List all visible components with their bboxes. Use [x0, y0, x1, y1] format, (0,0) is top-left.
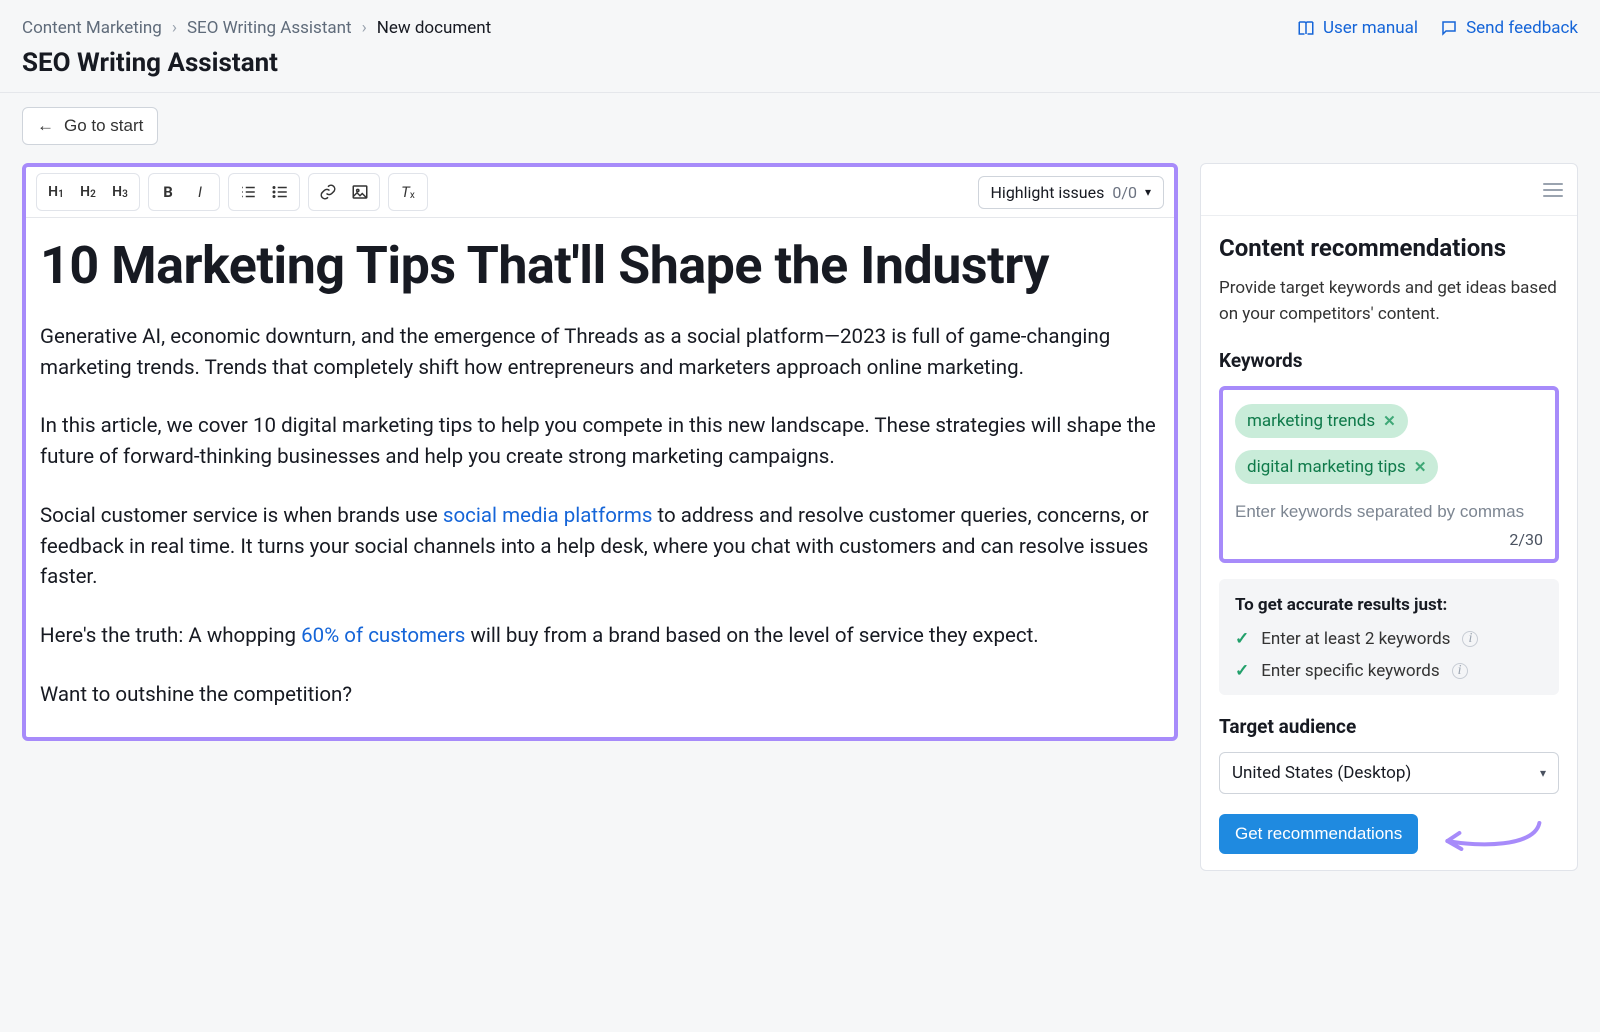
document-paragraph[interactable]: In this article, we cover 10 digital mar… [40, 411, 1160, 473]
get-recommendations-button[interactable]: Get recommendations [1219, 814, 1418, 854]
info-icon[interactable]: i [1452, 663, 1468, 679]
remove-keyword-icon[interactable]: ✕ [1383, 412, 1396, 430]
heading-1-button[interactable]: H1 [41, 177, 71, 207]
remove-keyword-icon[interactable]: ✕ [1414, 458, 1427, 476]
chevron-right-icon: › [362, 18, 367, 38]
bold-button[interactable]: B [153, 177, 183, 207]
page-title: SEO Writing Assistant [22, 48, 491, 78]
document-paragraph[interactable]: Here's the truth: A whopping 60% of cust… [40, 621, 1160, 652]
keywords-box: marketing trends ✕ digital marketing tip… [1219, 386, 1559, 563]
keyword-chip: digital marketing tips ✕ [1235, 450, 1438, 484]
ordered-list-button[interactable] [233, 177, 263, 207]
link-icon [319, 183, 337, 201]
recommendations-panel: Content recommendations Provide target k… [1200, 163, 1578, 871]
keywords-count: 2/30 [1235, 530, 1543, 549]
image-icon [351, 183, 369, 201]
italic-button[interactable]: I [185, 177, 215, 207]
go-to-start-button[interactable]: ← Go to start [22, 107, 158, 145]
crumb-content-marketing[interactable]: Content Marketing [22, 18, 162, 38]
image-button[interactable] [345, 177, 375, 207]
heading-3-button[interactable]: H3 [105, 177, 135, 207]
tip-row: ✓ Enter at least 2 keywords i [1235, 629, 1543, 649]
heading-2-button[interactable]: H2 [73, 177, 103, 207]
ordered-list-icon [239, 183, 257, 201]
unordered-list-icon [271, 183, 289, 201]
chevron-right-icon: › [172, 18, 177, 38]
crumb-new-document: New document [377, 18, 492, 38]
breadcrumb: Content Marketing › SEO Writing Assistan… [22, 18, 491, 38]
keyword-chip: marketing trends ✕ [1235, 404, 1408, 438]
keywords-input[interactable] [1235, 498, 1543, 530]
send-feedback-link[interactable]: Send feedback [1440, 18, 1578, 38]
chevron-down-icon: ▾ [1540, 766, 1546, 780]
document-paragraph[interactable]: Generative AI, economic downturn, and th… [40, 322, 1160, 384]
editor-content[interactable]: 10 Marketing Tips That'll Shape the Indu… [26, 218, 1174, 737]
highlight-issues-dropdown[interactable]: Highlight issues 0/0 ▾ [978, 176, 1164, 209]
tips-box: To get accurate results just: ✓ Enter at… [1219, 579, 1559, 695]
sidebar-description: Provide target keywords and get ideas ba… [1219, 276, 1559, 327]
editor-toolbar: H1 H2 H3 B I [26, 167, 1174, 218]
book-icon [1297, 19, 1315, 37]
check-icon: ✓ [1235, 629, 1249, 649]
info-icon[interactable]: i [1462, 631, 1478, 647]
link-button[interactable] [313, 177, 343, 207]
tip-row: ✓ Enter specific keywords i [1235, 661, 1543, 681]
document-title[interactable]: 10 Marketing Tips That'll Shape the Indu… [40, 236, 1160, 296]
target-audience-label: Target audience [1219, 715, 1559, 738]
crumb-seo-writing-assistant[interactable]: SEO Writing Assistant [187, 18, 352, 38]
keywords-label: Keywords [1219, 349, 1559, 372]
check-icon: ✓ [1235, 661, 1249, 681]
content-link[interactable]: 60% of customers [301, 624, 465, 648]
sidebar-heading: Content recommendations [1219, 234, 1559, 262]
chat-icon [1440, 19, 1458, 37]
document-paragraph[interactable]: Want to outshine the competition? [40, 680, 1160, 711]
document-paragraph[interactable]: Social customer service is when brands u… [40, 501, 1160, 593]
target-audience-select[interactable]: United States (Desktop) ▾ [1219, 752, 1559, 794]
content-link[interactable]: social media platforms [443, 504, 653, 528]
user-manual-link[interactable]: User manual [1297, 18, 1418, 38]
tips-title: To get accurate results just: [1235, 595, 1543, 615]
unordered-list-button[interactable] [265, 177, 295, 207]
menu-icon[interactable] [1543, 183, 1563, 197]
clear-format-button[interactable]: Tx [393, 177, 423, 207]
editor-panel: H1 H2 H3 B I [22, 163, 1178, 741]
chevron-down-icon: ▾ [1145, 185, 1151, 199]
pointer-arrow-icon [1430, 817, 1559, 851]
arrow-left-icon: ← [37, 116, 54, 136]
